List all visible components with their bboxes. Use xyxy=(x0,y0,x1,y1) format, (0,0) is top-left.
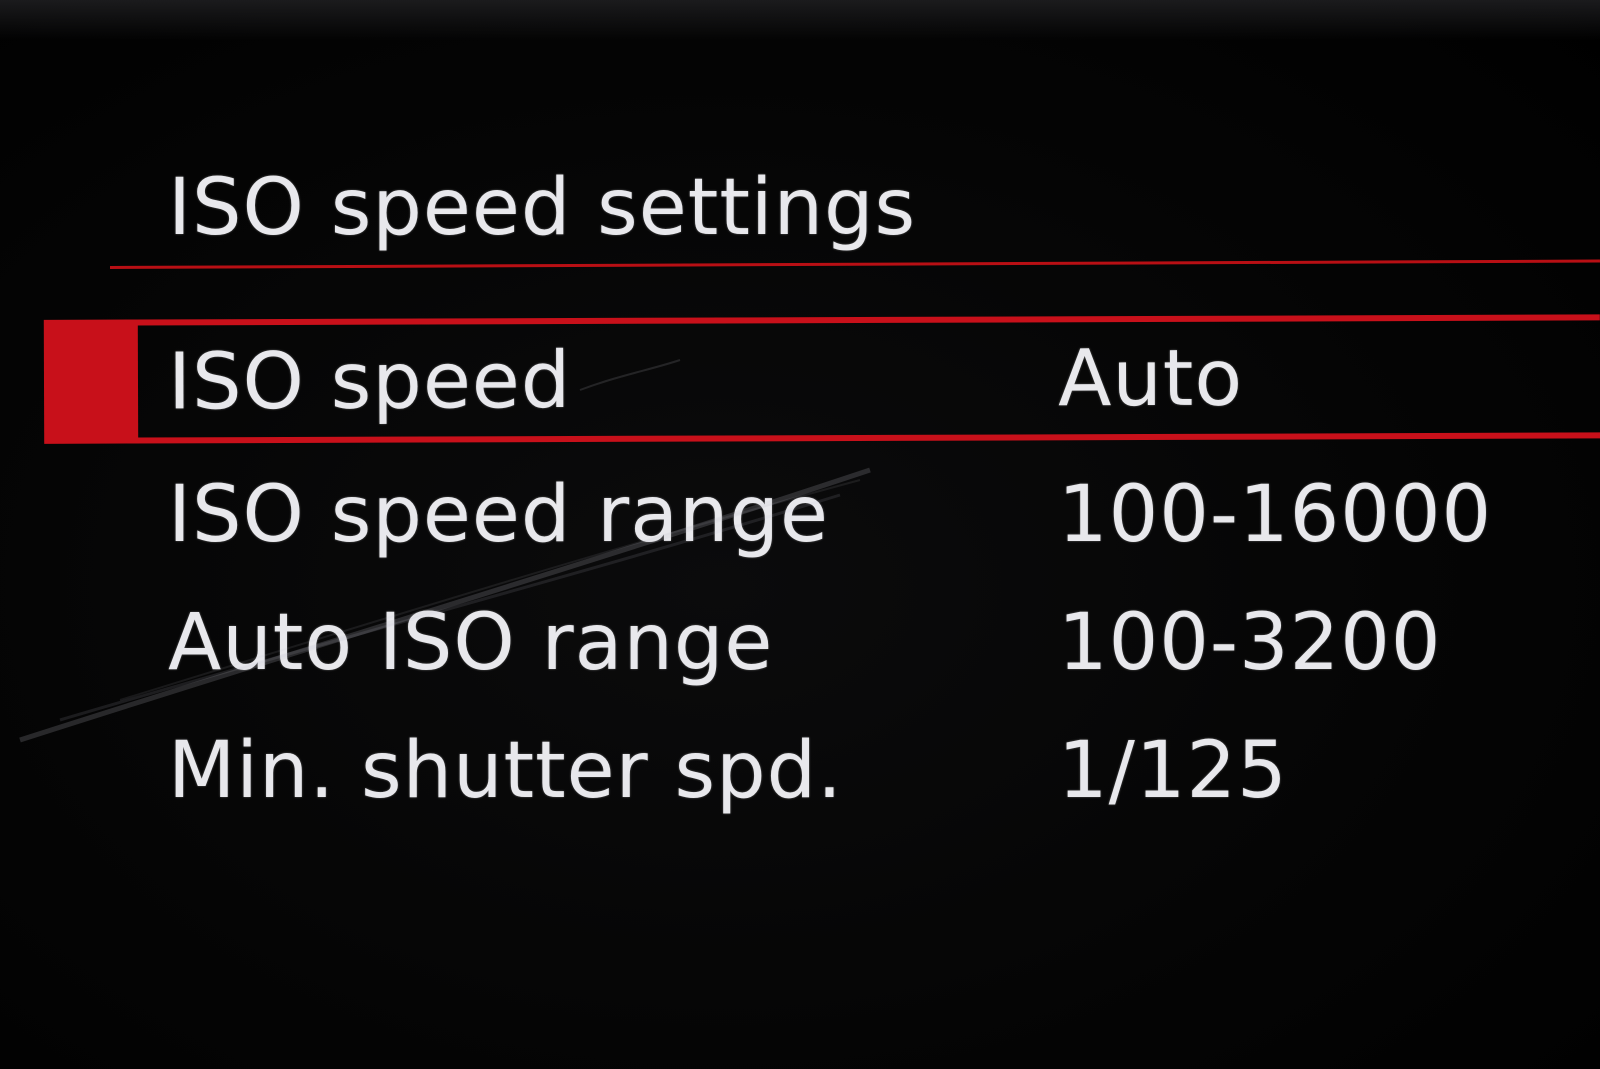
camera-menu-screen: ISO speed settings ISO speed Auto ISO sp… xyxy=(0,0,1600,1069)
menu-item-iso-speed-range[interactable]: ISO speed range 100-16000 xyxy=(0,452,1600,578)
selection-marker xyxy=(43,319,137,444)
menu-item-iso-speed[interactable]: ISO speed Auto xyxy=(0,314,1600,446)
menu-item-label: ISO speed range xyxy=(168,470,829,560)
menu-item-min-shutter-speed[interactable]: Min. shutter spd. 1/125 xyxy=(0,708,1600,834)
menu-item-auto-iso-range[interactable]: Auto ISO range 100-3200 xyxy=(0,580,1600,706)
menu-item-value: Auto xyxy=(1057,333,1244,425)
menu-item-label: ISO speed xyxy=(167,336,572,428)
menu-item-label: Auto ISO range xyxy=(168,598,774,688)
menu-item-value: 100-16000 xyxy=(1058,470,1493,560)
menu-item-value: 1/125 xyxy=(1058,726,1288,816)
menu-item-label: Min. shutter spd. xyxy=(168,726,843,816)
settings-menu: ISO speed Auto ISO speed range 100-16000… xyxy=(0,0,1600,1069)
menu-item-value: 100-3200 xyxy=(1058,598,1442,688)
